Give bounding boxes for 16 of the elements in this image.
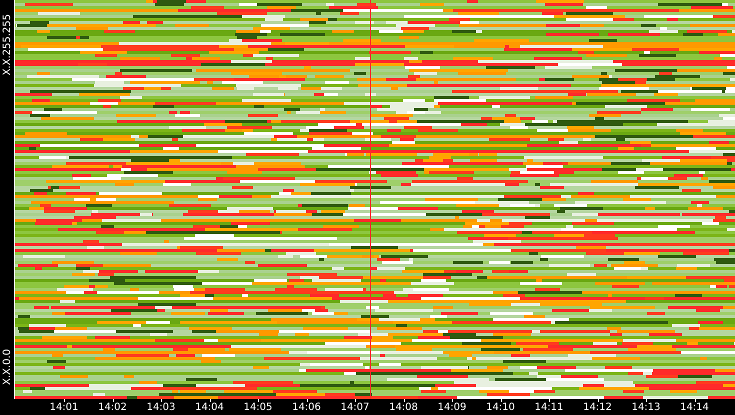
x-axis-label: 14:02 [98,402,127,414]
x-axis-label: 14:07 [340,402,370,414]
x-axis-label: 14:06 [292,402,321,414]
x-axis-label: 14:13 [632,402,660,414]
x-axis-label: 14:10 [486,402,515,414]
x-axis-label: 14:03 [146,402,176,414]
x-axis-label: 14:12 [583,402,612,414]
y-axis-label: X.X.0.0 [0,349,14,385]
x-axis-label: 14:05 [244,402,272,414]
y-axis-label: X.X.255.255 [0,14,14,76]
x-axis-label: 14:04 [195,402,224,414]
x-axis-label: 14:09 [438,402,466,414]
x-axis-label: 14:11 [534,402,564,414]
x-axis-label: 14:01 [50,402,78,414]
x-axis-label: 14:08 [389,402,418,414]
x-axis-label: 14:14 [680,402,709,414]
